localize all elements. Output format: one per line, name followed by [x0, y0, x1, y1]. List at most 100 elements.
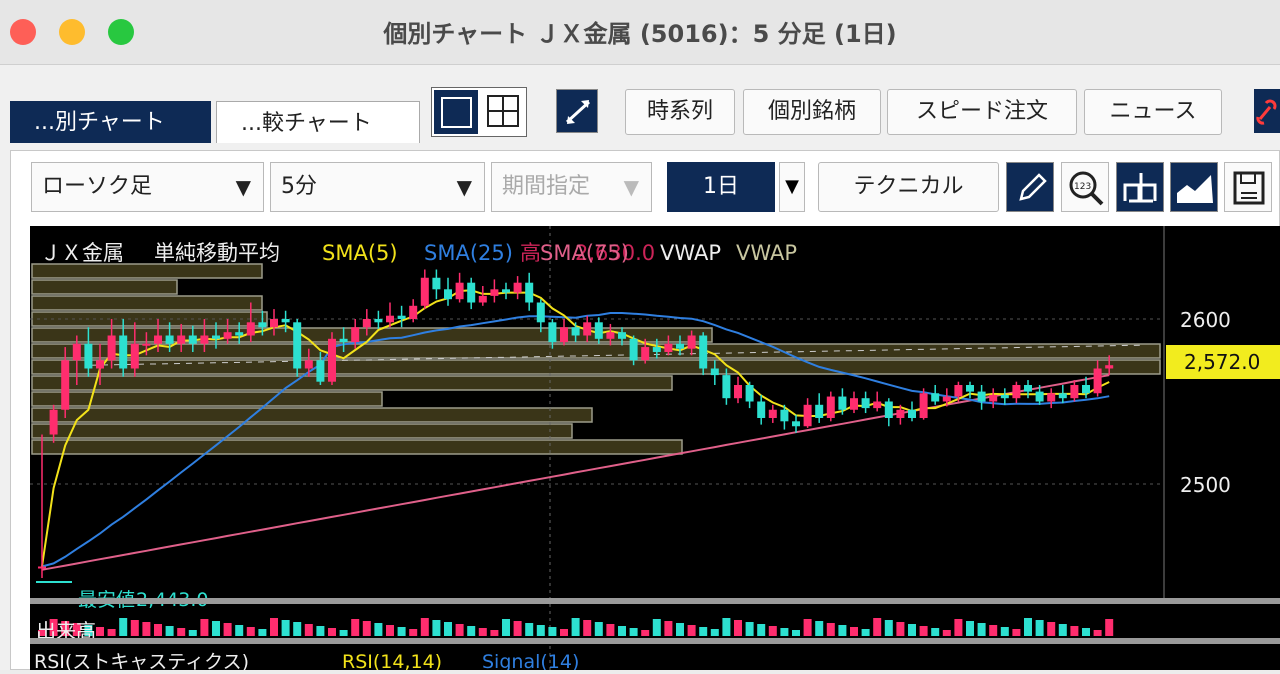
layout-toggle-group — [431, 87, 527, 137]
volume-bar — [583, 620, 592, 636]
speed-order-button[interactable]: スピード注文 — [887, 89, 1077, 135]
candle-body — [374, 319, 383, 323]
volume-bar — [386, 625, 394, 636]
area-chart-icon — [1177, 175, 1213, 203]
volume-bar — [467, 626, 476, 636]
volume-bar — [1105, 619, 1114, 636]
volume-bar — [119, 618, 128, 636]
legend-indicator: 単純移動平均 — [154, 241, 280, 265]
candle-body — [710, 368, 719, 376]
volume-bar — [1058, 624, 1067, 636]
candle-body — [467, 282, 476, 303]
volume-bars — [38, 618, 1114, 636]
volume-bar — [606, 624, 615, 636]
range-dropdown-button[interactable]: ▼ — [779, 162, 805, 212]
volume-bar — [989, 625, 998, 636]
volume-bar — [478, 628, 487, 636]
candle-body — [154, 335, 162, 344]
volume-bar — [154, 624, 162, 636]
grid-layout-button[interactable] — [482, 90, 526, 134]
candle-body — [304, 360, 313, 369]
volume-bar — [432, 620, 441, 636]
candle-body — [536, 302, 545, 323]
candle-body — [618, 332, 626, 339]
volume-bar — [861, 629, 870, 636]
volume-profile-bar — [31, 391, 383, 407]
period-select[interactable]: 期間指定 ▼ — [491, 162, 652, 212]
volume-bar — [142, 622, 151, 636]
volume-toggle-button[interactable] — [1116, 162, 1164, 212]
link-button[interactable] — [1254, 89, 1280, 133]
candle-body — [1093, 368, 1102, 394]
volume-bar — [850, 627, 858, 636]
volume-bar — [513, 621, 522, 636]
chart-canvas[interactable]: 2600 2500 2,572.0 ＪＸ金属 単純移動平均 SMA(5) 高 2… — [30, 226, 1280, 673]
volume-profile-bar — [31, 423, 573, 439]
candle-body — [861, 398, 870, 409]
candle-body — [130, 343, 139, 369]
tab-individual-chart[interactable]: ...別チャート — [10, 101, 211, 143]
volume-bar — [687, 625, 696, 636]
price-chart[interactable]: 2600 2500 2,572.0 ＪＸ金属 単純移動平均 SMA(5) 高 2… — [30, 226, 1280, 673]
candle-body — [560, 327, 568, 343]
volume-bar — [676, 623, 684, 636]
volume-bar — [235, 625, 244, 636]
volume-bar — [618, 626, 626, 636]
candle-body — [339, 338, 348, 343]
candle-body — [328, 338, 336, 382]
range-select[interactable]: 1日 — [667, 162, 775, 212]
volume-bar — [664, 621, 673, 636]
candle-body — [513, 282, 522, 293]
candle-body — [200, 335, 209, 344]
volume-bar — [757, 624, 766, 636]
volume-bar — [722, 618, 731, 636]
candle-body — [942, 396, 951, 402]
save-button[interactable] — [1224, 162, 1272, 212]
volume-profile-bar — [31, 295, 263, 311]
volume-bar — [977, 623, 986, 636]
volume-bar — [826, 623, 835, 636]
technical-button[interactable]: テクニカル — [818, 162, 999, 212]
time-series-button[interactable]: 時系列 — [625, 89, 735, 135]
rsi-label: RSI(ストキャスティクス) — [34, 651, 249, 670]
candle-body — [571, 327, 580, 336]
volume-bar — [281, 620, 290, 636]
single-layout-button[interactable] — [434, 90, 478, 134]
candle-body — [792, 421, 800, 427]
volume-profile-bar — [31, 439, 683, 455]
volume-bar — [107, 629, 116, 636]
candle-body — [757, 401, 766, 418]
volume-bar — [339, 630, 348, 636]
candle-body — [745, 385, 754, 402]
draw-button[interactable] — [1006, 162, 1054, 212]
candle-body — [734, 385, 742, 399]
volume-bar — [200, 619, 209, 636]
legend-vwap-2: VWAP — [736, 241, 797, 265]
zoom-values-button[interactable]: 123 — [1061, 162, 1109, 212]
volume-bar — [896, 622, 905, 636]
volume-bar — [815, 621, 824, 636]
candle-body — [38, 566, 46, 569]
chart-type-select[interactable]: ローソク足 ▼ — [31, 162, 264, 212]
candle-body — [977, 391, 986, 402]
volume-bar — [351, 619, 360, 636]
candle-body — [386, 315, 394, 323]
volume-bar — [536, 625, 545, 636]
tab-compare-chart[interactable]: ...較チャート — [216, 101, 420, 143]
volume-bar — [502, 619, 510, 636]
volume-bar — [270, 618, 278, 636]
interval-select[interactable]: 5分 ▼ — [270, 162, 485, 212]
volume-bar — [212, 621, 220, 636]
legend-vwap: VWAP — [660, 241, 721, 265]
area-chart-button[interactable] — [1170, 162, 1218, 212]
volume-bar — [246, 627, 255, 636]
expand-button[interactable] — [556, 89, 598, 133]
news-button[interactable]: ニュース — [1084, 89, 1222, 135]
volume-bar — [629, 628, 638, 636]
candle-body — [397, 315, 406, 319]
individual-stock-button[interactable]: 個別銘柄 — [743, 89, 881, 135]
candle-body — [838, 396, 847, 410]
volume-bar — [490, 630, 499, 636]
candle-body — [908, 409, 916, 418]
volume-bar — [954, 619, 963, 636]
